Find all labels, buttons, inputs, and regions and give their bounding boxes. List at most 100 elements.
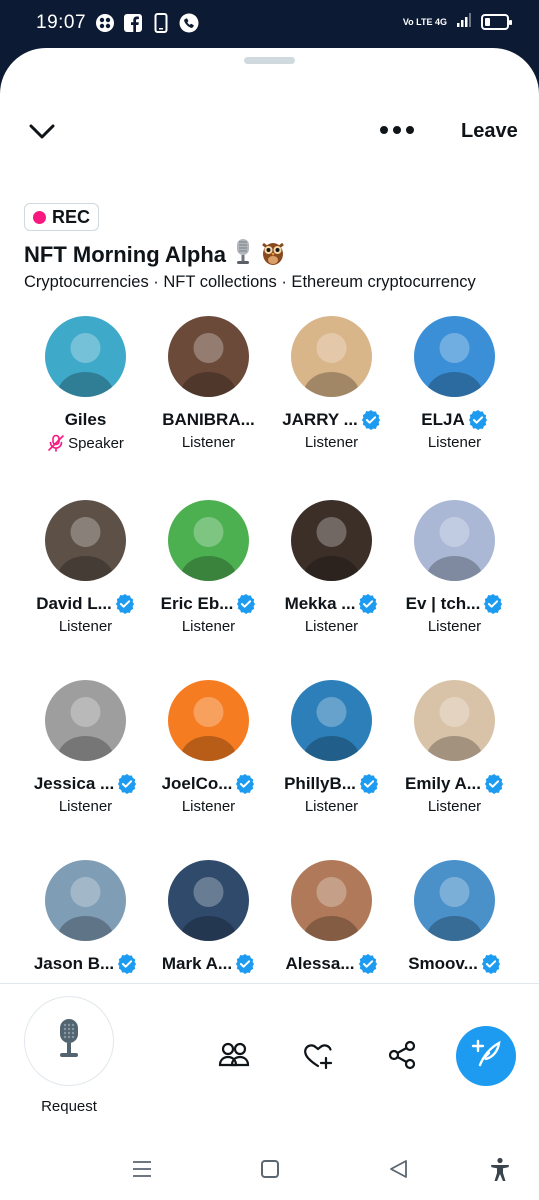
leave-button[interactable]: Leave bbox=[461, 120, 518, 143]
avatar[interactable] bbox=[168, 860, 249, 941]
participant-name: BANIBRA... bbox=[162, 410, 255, 429]
verified-badge-icon bbox=[236, 594, 256, 614]
recent-apps-icon[interactable] bbox=[129, 1156, 155, 1182]
participant-name-row: David L... bbox=[24, 594, 147, 614]
participant-name: JARRY ... bbox=[282, 410, 358, 429]
back-icon[interactable] bbox=[386, 1156, 412, 1182]
participant-item[interactable]: ELJA Listener bbox=[393, 316, 516, 486]
signal-icon bbox=[457, 13, 471, 30]
space-header: Leave bbox=[0, 108, 539, 158]
avatar[interactable] bbox=[414, 316, 495, 397]
avatar[interactable] bbox=[168, 500, 249, 581]
avatar[interactable] bbox=[414, 500, 495, 581]
participant-role-row: Listener bbox=[270, 798, 393, 815]
participant-role-row: Listener bbox=[270, 434, 393, 451]
participant-item[interactable]: BANIBRA... Listener bbox=[147, 316, 270, 486]
avatar[interactable] bbox=[168, 680, 249, 761]
drag-handle[interactable] bbox=[244, 57, 295, 64]
participant-name-row: Mark A... bbox=[147, 954, 270, 974]
participant-name: Giles bbox=[64, 410, 107, 429]
verified-badge-icon bbox=[361, 410, 381, 430]
collapse-chevron-down-icon[interactable] bbox=[26, 116, 58, 148]
verified-badge-icon bbox=[358, 594, 378, 614]
participant-item[interactable]: Mekka ... Listener bbox=[270, 500, 393, 670]
participant-item[interactable]: JARRY ... Listener bbox=[270, 316, 393, 486]
avatar[interactable] bbox=[291, 316, 372, 397]
participant-name: Jessica ... bbox=[33, 774, 115, 793]
participant-role: Listener bbox=[304, 434, 359, 451]
home-icon[interactable] bbox=[257, 1156, 283, 1182]
participant-item[interactable]: Smoov...Listener bbox=[393, 860, 516, 976]
recording-dot-icon bbox=[33, 210, 46, 224]
avatar[interactable] bbox=[291, 860, 372, 941]
participant-role: Listener bbox=[427, 434, 482, 451]
phone-device-icon bbox=[151, 13, 171, 33]
avatar[interactable] bbox=[45, 860, 126, 941]
space-topics: Cryptocurrencies · NFT collections · Eth… bbox=[24, 273, 476, 291]
owl-emoji-icon bbox=[260, 238, 286, 272]
participant-item[interactable]: Ev | tch... Listener bbox=[393, 500, 516, 670]
heart-add-icon[interactable] bbox=[301, 1038, 335, 1072]
participant-item[interactable]: Emily A... Listener bbox=[393, 680, 516, 850]
avatar[interactable] bbox=[291, 500, 372, 581]
network-label: Vo LTE 4G bbox=[402, 16, 447, 27]
verified-badge-icon bbox=[235, 954, 255, 974]
avatar[interactable] bbox=[168, 316, 249, 397]
participant-role: Listener bbox=[427, 618, 482, 635]
participant-name-row: ELJA bbox=[393, 410, 516, 430]
participant-name-row: JoelCo... bbox=[147, 774, 270, 794]
participant-name: Eric Eb... bbox=[160, 594, 234, 613]
request-button[interactable] bbox=[24, 996, 114, 1086]
participant-item[interactable]: Giles Speaker bbox=[24, 316, 147, 486]
accessibility-icon[interactable] bbox=[487, 1156, 513, 1182]
microphone-emoji-icon bbox=[232, 238, 254, 272]
notification-icons bbox=[95, 13, 199, 33]
participant-role: Listener bbox=[181, 618, 236, 635]
verified-badge-icon bbox=[358, 954, 378, 974]
app-grid-icon bbox=[95, 13, 115, 33]
participant-name: PhillyB... bbox=[284, 774, 356, 793]
participant-item[interactable]: Eric Eb... Listener bbox=[147, 500, 270, 670]
avatar[interactable] bbox=[414, 860, 495, 941]
compose-tweet-button[interactable] bbox=[456, 1026, 516, 1086]
participant-name: JoelCo... bbox=[161, 774, 233, 793]
participant-name-row: BANIBRA... bbox=[147, 410, 270, 430]
participant-name-row: Alessa... bbox=[270, 954, 393, 974]
verified-badge-icon bbox=[117, 774, 137, 794]
participant-name-row: Eric Eb... bbox=[147, 594, 270, 614]
participant-role-row: Listener bbox=[393, 798, 516, 815]
participant-role-row: Speaker bbox=[24, 434, 147, 452]
status-right: Vo LTE 4G bbox=[387, 13, 512, 30]
avatar[interactable] bbox=[291, 680, 372, 761]
participant-item[interactable]: David L... Listener bbox=[24, 500, 147, 670]
participant-item[interactable]: Jason B...Listener bbox=[24, 860, 147, 976]
participant-role: Listener bbox=[427, 798, 482, 815]
more-options-icon[interactable] bbox=[380, 120, 420, 140]
participant-role-row: Listener bbox=[147, 434, 270, 451]
verified-badge-icon bbox=[481, 954, 501, 974]
participant-name-row: Giles bbox=[24, 410, 147, 430]
avatar[interactable] bbox=[45, 316, 126, 397]
participant-item[interactable]: PhillyB... Listener bbox=[270, 680, 393, 850]
verified-badge-icon bbox=[117, 954, 137, 974]
participant-item[interactable]: Jessica ... Listener bbox=[24, 680, 147, 850]
people-icon[interactable] bbox=[217, 1038, 251, 1072]
participant-item[interactable]: JoelCo... Listener bbox=[147, 680, 270, 850]
avatar[interactable] bbox=[45, 680, 126, 761]
request-label: Request bbox=[41, 1098, 97, 1115]
status-time: 19:07 bbox=[36, 12, 87, 33]
share-icon[interactable] bbox=[385, 1038, 419, 1072]
rec-label: REC bbox=[52, 206, 91, 227]
participant-item[interactable]: Alessa...Listener bbox=[270, 860, 393, 976]
participant-role-row: Listener bbox=[270, 618, 393, 635]
participant-name-row: Smoov... bbox=[393, 954, 516, 974]
verified-badge-icon bbox=[235, 774, 255, 794]
avatar[interactable] bbox=[45, 500, 126, 581]
avatar[interactable] bbox=[414, 680, 495, 761]
battery-icon bbox=[481, 13, 512, 30]
verified-badge-icon bbox=[468, 410, 488, 430]
participant-item[interactable]: Mark A...Listener bbox=[147, 860, 270, 976]
participants-grid: Giles Speaker BANIBRA... Listener JARRY ... L… bbox=[24, 316, 516, 976]
space-title: NFT Morning Alpha bbox=[24, 242, 227, 267]
verified-badge-icon bbox=[483, 594, 503, 614]
